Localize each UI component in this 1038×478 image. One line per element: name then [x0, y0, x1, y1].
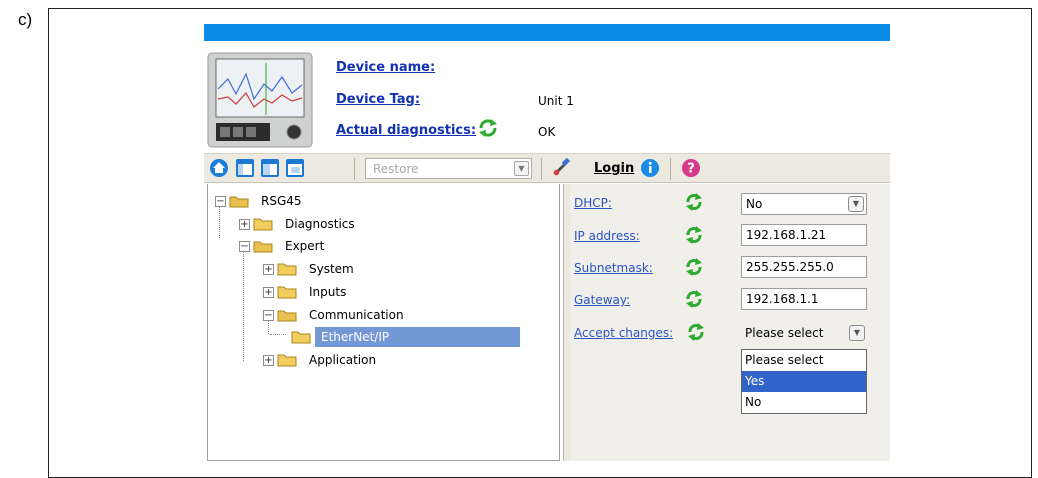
diagnostics-status: OK [538, 125, 556, 139]
subnetmask-input[interactable]: 255.255.255.0 [741, 256, 867, 278]
figure-label: c) [18, 10, 33, 29]
collapse-icon[interactable]: − [239, 240, 250, 252]
refresh-icon[interactable] [477, 117, 499, 139]
help-icon[interactable]: ? [681, 158, 701, 178]
refresh-icon[interactable] [684, 225, 704, 245]
gateway-link[interactable]: Gateway: [574, 293, 630, 307]
folder-icon [277, 263, 297, 276]
folder-open-icon [229, 196, 249, 208]
restore-label: Restore [373, 162, 419, 176]
subnetmask-link[interactable]: Subnetmask: [574, 261, 653, 275]
layout-split-icon[interactable] [260, 158, 280, 178]
expand-icon[interactable]: + [263, 354, 274, 366]
title-bar [204, 24, 890, 41]
home-icon[interactable] [209, 158, 229, 178]
layout-detail-icon[interactable] [285, 158, 305, 178]
expand-icon[interactable]: + [239, 218, 250, 230]
tree-item-ethernet-ip[interactable]: EtherNet/IP [288, 326, 520, 348]
device-image [207, 52, 313, 148]
tree-item-application[interactable]: + Application [263, 349, 376, 371]
dropdown-option-yes[interactable]: Yes [742, 371, 866, 392]
toolbar-separator [354, 158, 355, 180]
dhcp-value: No [746, 197, 763, 211]
device-web-interface: Device name: Device Tag: Unit 1 Actual d… [204, 24, 890, 461]
actual-diagnostics-link[interactable]: Actual diagnostics: [336, 123, 476, 138]
folder-icon [277, 286, 297, 299]
panel-splitter[interactable] [563, 184, 570, 461]
dropdown-option-no[interactable]: No [742, 392, 866, 413]
device-name-link[interactable]: Device name: [336, 60, 435, 75]
refresh-icon[interactable] [684, 192, 704, 212]
gateway-input[interactable]: 192.168.1.1 [741, 288, 867, 310]
svg-text:?: ? [687, 162, 695, 177]
ip-address-link[interactable]: IP address: [574, 229, 640, 243]
toolbar-separator [670, 158, 671, 180]
login-link[interactable]: Login [594, 161, 634, 176]
tree-item-inputs[interactable]: + Inputs [263, 281, 346, 303]
refresh-icon[interactable] [684, 289, 704, 309]
chevron-down-icon[interactable]: ▼ [848, 196, 864, 212]
dhcp-select[interactable]: No ▼ [741, 193, 867, 215]
folder-icon [277, 354, 297, 367]
layout-tree-icon[interactable] [235, 158, 255, 178]
folder-open-icon [277, 310, 297, 322]
restore-select[interactable]: Restore ▼ [365, 158, 532, 179]
refresh-icon[interactable] [684, 257, 704, 277]
collapse-icon[interactable]: − [215, 195, 226, 207]
folder-open-icon [253, 241, 273, 253]
collapse-icon[interactable]: − [263, 309, 274, 321]
dropdown-option-please-select[interactable]: Please select [742, 350, 866, 371]
toolbar-separator [541, 158, 542, 180]
dhcp-link[interactable]: DHCP: [574, 196, 612, 210]
tree-item-diagnostics[interactable]: + Diagnostics [239, 213, 355, 235]
tree-item-rsg45[interactable]: − RSG45 [215, 190, 302, 212]
accept-changes-dropdown: Please select Yes No [741, 349, 867, 414]
expand-icon[interactable]: + [263, 286, 274, 298]
connection-icon[interactable] [551, 158, 571, 178]
device-tag-value: Unit 1 [538, 94, 574, 108]
chevron-down-icon[interactable]: ▼ [849, 325, 865, 341]
tree-item-system[interactable]: + System [263, 258, 354, 280]
navigation-tree: − RSG45 + Diagnostics − Expert + System … [207, 184, 560, 461]
folder-icon [253, 218, 273, 231]
chevron-down-icon[interactable]: ▼ [514, 161, 529, 176]
folder-icon [291, 331, 311, 344]
refresh-icon[interactable] [686, 322, 706, 342]
device-header: Device name: Device Tag: Unit 1 Actual d… [204, 41, 890, 153]
tree-item-communication[interactable]: − Communication [263, 304, 404, 326]
ip-address-input[interactable]: 192.168.1.21 [741, 224, 867, 246]
accept-changes-value: Please select [745, 326, 824, 340]
toolbar: Restore ▼ Login ? [204, 153, 890, 183]
accept-changes-select[interactable]: Please select ▼ [741, 323, 867, 345]
device-tag-link[interactable]: Device Tag: [336, 92, 420, 107]
accept-changes-link[interactable]: Accept changes: [574, 326, 673, 340]
parameter-panel: DHCP: No ▼ IP address: 192.168.1.21 Subn… [570, 184, 890, 461]
info-icon[interactable] [640, 158, 660, 178]
expand-icon[interactable]: + [263, 263, 274, 275]
tree-item-expert[interactable]: − Expert [239, 235, 324, 257]
